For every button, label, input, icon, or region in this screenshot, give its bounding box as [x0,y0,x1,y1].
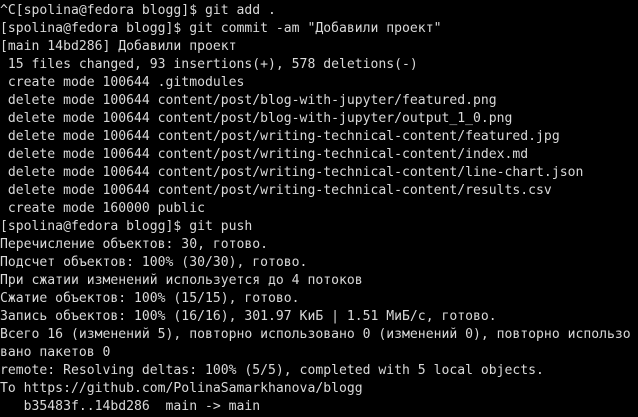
terminal-line: delete mode 100644 content/post/writing-… [0,183,552,198]
terminal-line: [spolina@fedora blogg]$ git push [0,219,253,234]
terminal-line: [spolina@fedora blogg]$ git commit -am "… [0,21,442,36]
terminal-line: Запись объектов: 100% (16/16), 301.97 Ки… [0,309,497,324]
terminal-window[interactable]: ^C[spolina@fedora blogg]$ git add . [spo… [0,0,638,417]
terminal-line: вано пакетов 0 [0,345,111,360]
terminal-line: b35483f..14bd286 main -> main [0,399,261,414]
terminal-line: To https://github.com/PolinaSamarkhanova… [0,381,363,396]
terminal-line: Перечисление объектов: 30, готово. [0,237,269,252]
terminal-line: delete mode 100644 content/post/writing-… [0,147,529,162]
terminal-line: При сжатии изменений используется до 4 п… [0,273,363,288]
terminal-line: Сжатие объектов: 100% (15/15), готово. [0,291,300,306]
terminal-line: delete mode 100644 content/post/blog-wit… [0,111,513,126]
terminal-line: create mode 160000 public [0,201,205,216]
terminal-line: [main 14bd286] Добавили проект [0,39,237,54]
terminal-line: remote: Resolving deltas: 100% (5/5), co… [0,363,544,378]
terminal-line: create mode 100644 .gitmodules [0,75,245,90]
terminal-line: delete mode 100644 content/post/blog-wit… [0,93,497,108]
terminal-line: Всего 16 (изменений 5), повторно использ… [0,327,631,342]
terminal-line: Подсчет объектов: 100% (30/30), готово. [0,255,308,270]
terminal-line: delete mode 100644 content/post/writing-… [0,165,584,180]
terminal-line: 15 files changed, 93 insertions(+), 578 … [0,57,418,72]
terminal-line: ^C[spolina@fedora blogg]$ git add . [0,3,276,18]
terminal-line: delete mode 100644 content/post/writing-… [0,129,560,144]
